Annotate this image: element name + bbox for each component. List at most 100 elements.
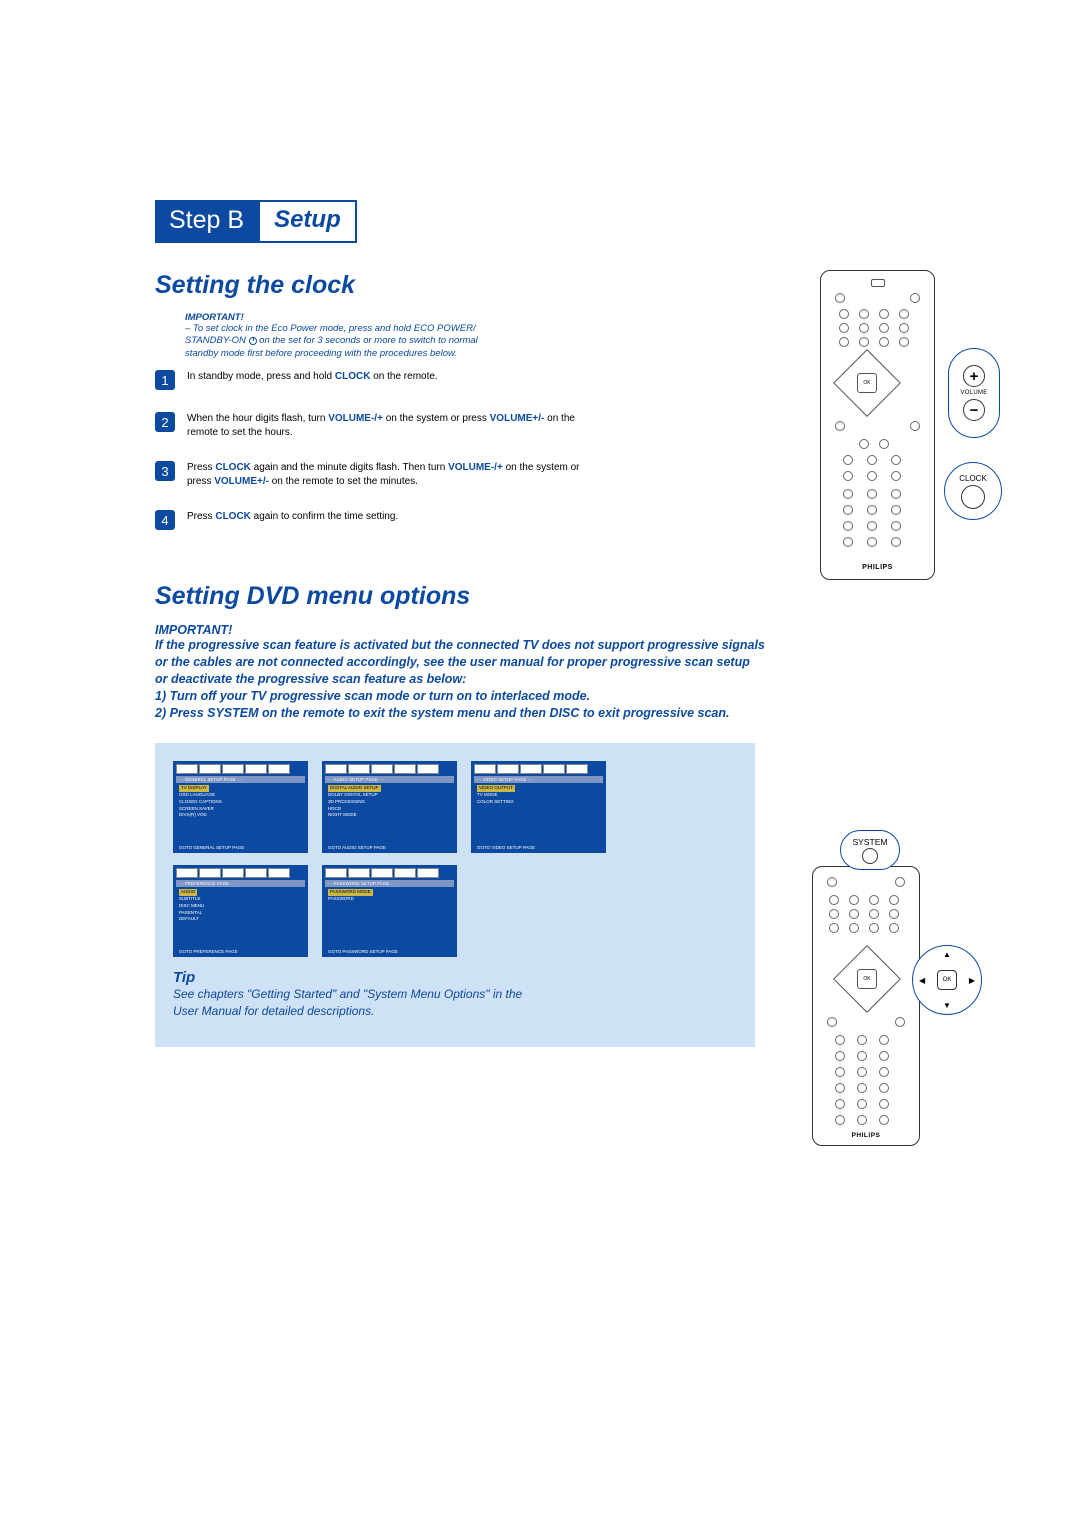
panel-footer: GOTO AUDIO SETUP PAGE <box>328 845 386 850</box>
arrow-right-icon: ▶ <box>969 976 975 985</box>
setup-panels-area: - - GENERAL SETUP PAGE - - TV DISPLAY OS… <box>155 743 755 1046</box>
panel-footer: GOTO PASSWORD SETUP PAGE <box>328 949 398 954</box>
remote-illustration-bottom: OK PHILIPS <box>812 866 920 1146</box>
step-3-text: Press CLOCK again and the minute digits … <box>187 461 595 488</box>
item: DIGITAL AUDIO SETUP <box>328 785 381 792</box>
t: on the remote to set the minutes. <box>269 476 418 487</box>
dvd-p1: If the progressive scan feature is activ… <box>155 638 765 686</box>
volume-callout: + VOLUME − <box>948 348 1000 438</box>
system-button-ring-icon <box>862 848 878 864</box>
item: HDCD <box>328 806 451 813</box>
tip-body: See chapters "Getting Started" and "Syst… <box>173 986 737 1018</box>
item: PASSWORD MODE <box>328 889 373 896</box>
item: DISC MENU <box>179 903 302 910</box>
item: 3D PROCESSING <box>328 799 451 806</box>
item: SCREEN SAVER <box>179 806 302 813</box>
remote-ir-window <box>871 279 885 287</box>
t: Press <box>187 511 215 522</box>
minus-icon: − <box>963 399 985 421</box>
kw-clock: CLOCK <box>335 371 371 382</box>
password-setup-panel: - - PASSWORD SETUP PAGE - - PASSWORD MOD… <box>322 865 457 957</box>
item: PARENTAL <box>179 910 302 917</box>
nav-ok-callout: ▲ ◀ OK ▶ ▼ <box>912 945 982 1015</box>
remote-brand: PHILIPS <box>813 1132 919 1139</box>
step-2: 2 When the hour digits flash, turn VOLUM… <box>155 412 595 439</box>
step-num-2: 2 <box>155 412 175 432</box>
ok-button-nav: OK <box>937 970 957 990</box>
step-4: 4 Press CLOCK again to confirm the time … <box>155 510 595 530</box>
t: Press <box>187 462 215 473</box>
remote-ok-button: OK <box>857 969 877 989</box>
clock-label: CLOCK <box>959 474 987 483</box>
panel-title: - - PASSWORD SETUP PAGE - - <box>325 880 454 887</box>
kw-vol: VOLUME+/- <box>490 413 545 424</box>
step-4-text: Press CLOCK again to confirm the time se… <box>187 510 398 524</box>
item: TV MODE <box>477 792 600 799</box>
imp-line-2a: STANDBY-ON <box>185 335 249 346</box>
system-callout: SYSTEM <box>840 830 900 870</box>
kw-clock: CLOCK <box>215 511 251 522</box>
t: In standby mode, press and hold <box>187 371 335 382</box>
dvd-p3: 2) Press SYSTEM on the remote to exit th… <box>155 706 729 720</box>
tip-line-2: User Manual for detailed descriptions. <box>173 1004 374 1018</box>
step-1-text: In standby mode, press and hold CLOCK on… <box>187 370 438 384</box>
important-body-small: – To set clock in the Eco Power mode, pr… <box>185 323 585 360</box>
remote-illustration-top: OK PHILIPS <box>820 270 935 580</box>
t: on the system or press <box>383 413 490 424</box>
step-3: 3 Press CLOCK again and the minute digit… <box>155 461 595 488</box>
clock-callout: CLOCK <box>944 462 1002 520</box>
step-num-4: 4 <box>155 510 175 530</box>
kw-vol: VOLUME+/- <box>214 476 269 487</box>
arrow-up-icon: ▲ <box>943 950 951 959</box>
t: again to confirm the time setting. <box>251 511 398 522</box>
item: VIDEO OUTPUT <box>477 785 515 792</box>
item: CLOSED CAPTIONS <box>179 799 302 806</box>
plus-icon: + <box>963 365 985 387</box>
volume-label: VOLUME <box>960 390 987 396</box>
item: SUBTITLE <box>179 896 302 903</box>
step-num-1: 1 <box>155 370 175 390</box>
t: again and the minute digits flash. Then … <box>251 462 448 473</box>
tip-title: Tip <box>173 969 737 986</box>
remote-ok-button: OK <box>857 373 877 393</box>
t: on the remote. <box>370 371 437 382</box>
item: DOLBY DIGITAL SETUP <box>328 792 451 799</box>
panel-title: - - VIDEO SETUP PAGE - - <box>474 776 603 783</box>
important-body-big: If the progressive scan feature is activ… <box>155 637 765 721</box>
kw-vol: VOLUME-/+ <box>328 413 383 424</box>
panel-title: - - GENERAL SETUP PAGE - - <box>176 776 305 783</box>
item: AUDIO <box>179 889 197 896</box>
remote-illustration-bottom-wrap: OK PHILIPS <box>802 836 932 1146</box>
imp-line-3: standby mode first before proceeding wit… <box>185 348 457 359</box>
panel-footer: GOTO GENERAL SETUP PAGE <box>179 845 244 850</box>
panel-title: - - AUDIO SETUP PAGE - - <box>325 776 454 783</box>
dvd-p2: 1) Turn off your TV progressive scan mod… <box>155 689 590 703</box>
item: DEFAULT <box>179 916 302 923</box>
imp-line-2b: on the set for 3 seconds or more to swit… <box>259 335 478 346</box>
step-num-3: 3 <box>155 461 175 481</box>
important-label-small: IMPORTANT! <box>185 312 585 323</box>
step-header: Step B Setup <box>155 200 925 243</box>
general-setup-panel: - - GENERAL SETUP PAGE - - TV DISPLAY OS… <box>173 761 308 853</box>
preference-setup-panel: - - PREFERENCE PAGE - - AUDIO SUBTITLE D… <box>173 865 308 957</box>
kw-clock: CLOCK <box>215 462 251 473</box>
panel-footer: GOTO VIDEO SETUP PAGE <box>477 845 535 850</box>
remote-brand: PHILIPS <box>821 564 934 571</box>
item: OSD LANGUAGE <box>179 792 302 799</box>
important-label-big: IMPORTANT! <box>155 623 925 637</box>
item: PASSWORD <box>328 896 451 903</box>
item: COLOR SETTING <box>477 799 600 806</box>
panel-title: - - PREFERENCE PAGE - - <box>176 880 305 887</box>
section-title-dvd: Setting DVD menu options <box>155 582 925 611</box>
standby-on-icon <box>249 337 257 345</box>
item: DIVX(R) VOD <box>179 812 302 819</box>
t: When the hour digits flash, turn <box>187 413 328 424</box>
arrow-left-icon: ◀ <box>919 976 925 985</box>
panel-footer: GOTO PREFERENCE PAGE <box>179 949 238 954</box>
clock-button-ring-icon <box>961 485 985 509</box>
section-title-clock: Setting the clock <box>155 271 925 300</box>
step-1: 1 In standby mode, press and hold CLOCK … <box>155 370 595 390</box>
imp-line-1: – To set clock in the Eco Power mode, pr… <box>185 323 476 334</box>
audio-setup-panel: - - AUDIO SETUP PAGE - - DIGITAL AUDIO S… <box>322 761 457 853</box>
setting-the-clock-section: Setting the clock IMPORTANT! – To set cl… <box>155 271 925 530</box>
